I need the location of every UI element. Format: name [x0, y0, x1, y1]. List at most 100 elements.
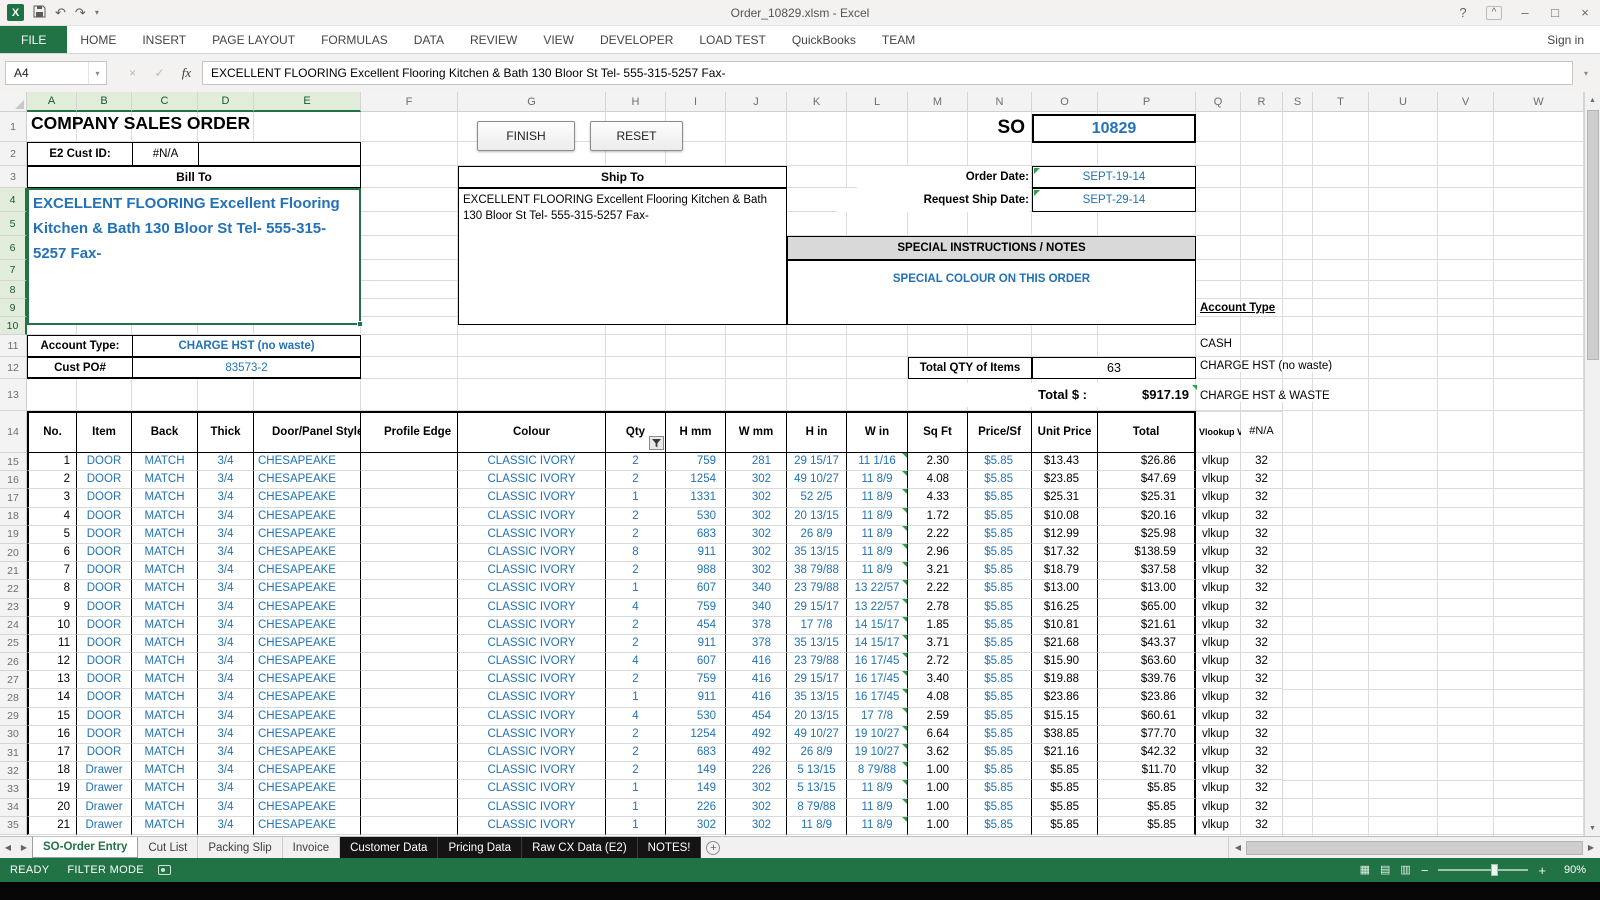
cell[interactable]: 2 [606, 726, 666, 744]
cell[interactable]: 3/4 [198, 599, 254, 617]
cell[interactable]: 302 [726, 508, 787, 526]
cell[interactable]: CHESAPEAKE [254, 780, 361, 798]
cell[interactable]: 2.78 [908, 599, 968, 617]
row-header-34[interactable]: 34 [0, 799, 27, 817]
table-header-w-mm[interactable]: W mm [726, 411, 787, 453]
column-header-w[interactable]: W [1494, 92, 1584, 112]
cell[interactable]: 759 [666, 671, 726, 689]
row-header-9[interactable]: 9 [0, 299, 27, 317]
cell[interactable]: 3/4 [198, 544, 254, 562]
cell[interactable]: CHESAPEAKE [254, 599, 361, 617]
sheet-tab-invoice[interactable]: Invoice [283, 837, 340, 858]
column-header-o[interactable]: O [1032, 92, 1098, 112]
cell[interactable]: 302 [726, 526, 787, 544]
cell[interactable]: vlkup [1196, 508, 1241, 526]
cell[interactable]: 26 8/9 [787, 526, 847, 544]
cell[interactable] [361, 526, 458, 544]
cell[interactable]: 23 79/88 [787, 580, 847, 598]
cell[interactable]: 32 [1241, 562, 1283, 580]
e2-cust-id-value[interactable]: #N/A [133, 143, 199, 165]
cell[interactable]: DOOR [77, 689, 132, 707]
account-type-list-item[interactable]: CHARGE HST & WASTE [1200, 390, 1334, 402]
cell[interactable]: CHESAPEAKE [254, 708, 361, 726]
cell[interactable]: MATCH [132, 580, 198, 598]
cell[interactable]: 1.00 [908, 762, 968, 780]
cell[interactable] [361, 471, 458, 489]
cell[interactable]: 607 [666, 580, 726, 598]
ribbon-tab-quickbooks[interactable]: QuickBooks [779, 26, 869, 53]
row-header-26[interactable]: 26 [0, 653, 27, 671]
row-header-22[interactable]: 22 [0, 580, 27, 598]
vertical-scrollbar[interactable]: ▲ ▼ [1584, 92, 1600, 836]
cell[interactable]: $77.70 [1098, 726, 1196, 744]
cell[interactable]: vlkup [1196, 489, 1241, 507]
ribbon-tab-page-layout[interactable]: PAGE LAYOUT [199, 26, 308, 53]
cell[interactable]: MATCH [132, 744, 198, 762]
vertical-scroll-thumb[interactable] [1587, 110, 1599, 360]
cell[interactable]: 11 8/9 [847, 508, 908, 526]
column-header-j[interactable]: J [726, 92, 787, 112]
cell[interactable]: 32 [1241, 489, 1283, 507]
cell[interactable]: 226 [726, 762, 787, 780]
cell[interactable]: 149 [666, 762, 726, 780]
column-header-c[interactable]: C [132, 92, 198, 112]
enter-icon[interactable]: ✓ [148, 66, 171, 80]
column-header-d[interactable]: D [198, 92, 254, 112]
row-header-28[interactable]: 28 [0, 689, 27, 707]
cell[interactable]: CHESAPEAKE [254, 635, 361, 653]
cell[interactable]: 9 [27, 599, 77, 617]
cell[interactable]: 302 [726, 817, 787, 835]
cell[interactable]: vlkup [1196, 526, 1241, 544]
cell[interactable] [361, 671, 458, 689]
table-header-back[interactable]: Back [132, 411, 198, 453]
cell[interactable]: vlkup [1196, 471, 1241, 489]
cell[interactable]: 1.72 [908, 508, 968, 526]
cell[interactable]: 13 22/57 [847, 599, 908, 617]
column-header-g[interactable]: G [458, 92, 606, 112]
sheet-tab-cut-list[interactable]: Cut List [138, 837, 198, 858]
formula-bar-expand-icon[interactable]: ▾ [1577, 69, 1595, 78]
cell[interactable]: 3/4 [198, 526, 254, 544]
cell[interactable]: vlkup [1196, 671, 1241, 689]
cell[interactable]: $13.00 [1098, 580, 1196, 598]
order-date-label[interactable]: Order Date: [857, 166, 1029, 188]
cell[interactable]: $5.85 [1098, 799, 1196, 817]
cell[interactable]: 2.72 [908, 653, 968, 671]
cell[interactable]: CLASSIC IVORY [458, 471, 606, 489]
cell[interactable]: $25.31 [1098, 489, 1196, 507]
cell[interactable]: $5.85 [968, 635, 1032, 653]
cell[interactable]: 416 [726, 653, 787, 671]
cust-po-value[interactable]: 83573-2 [133, 358, 360, 377]
cell[interactable] [361, 453, 458, 471]
cell[interactable]: 1 [606, 817, 666, 835]
cell[interactable]: 683 [666, 744, 726, 762]
cell[interactable]: 281 [726, 453, 787, 471]
cell[interactable]: 3/4 [198, 726, 254, 744]
cell[interactable]: CHESAPEAKE [254, 726, 361, 744]
cell[interactable]: MATCH [132, 562, 198, 580]
cell[interactable]: 3/4 [198, 708, 254, 726]
cell[interactable]: 1.85 [908, 617, 968, 635]
cell[interactable]: 911 [666, 689, 726, 707]
cell[interactable]: CHESAPEAKE [254, 744, 361, 762]
cell[interactable]: 1 [606, 799, 666, 817]
cell[interactable]: 2 [606, 617, 666, 635]
scroll-up-icon[interactable]: ▲ [1589, 92, 1596, 108]
cell[interactable]: MATCH [132, 762, 198, 780]
cell[interactable]: MATCH [132, 599, 198, 617]
column-header-i[interactable]: I [666, 92, 726, 112]
cell[interactable] [361, 762, 458, 780]
cell[interactable]: 8 79/88 [847, 762, 908, 780]
account-type-list-item[interactable]: CASH [1200, 338, 1236, 350]
table-header-total[interactable]: Total [1098, 411, 1196, 453]
cell[interactable]: MATCH [132, 671, 198, 689]
cell[interactable]: 2.22 [908, 526, 968, 544]
cell[interactable]: 3/4 [198, 689, 254, 707]
cell[interactable] [361, 617, 458, 635]
cell[interactable]: $23.86 [1032, 689, 1098, 707]
cell[interactable]: 454 [666, 617, 726, 635]
cell[interactable]: $5.85 [968, 762, 1032, 780]
cell[interactable]: 17 7/8 [787, 617, 847, 635]
cell[interactable]: $20.16 [1098, 508, 1196, 526]
cell[interactable]: 20 [27, 799, 77, 817]
